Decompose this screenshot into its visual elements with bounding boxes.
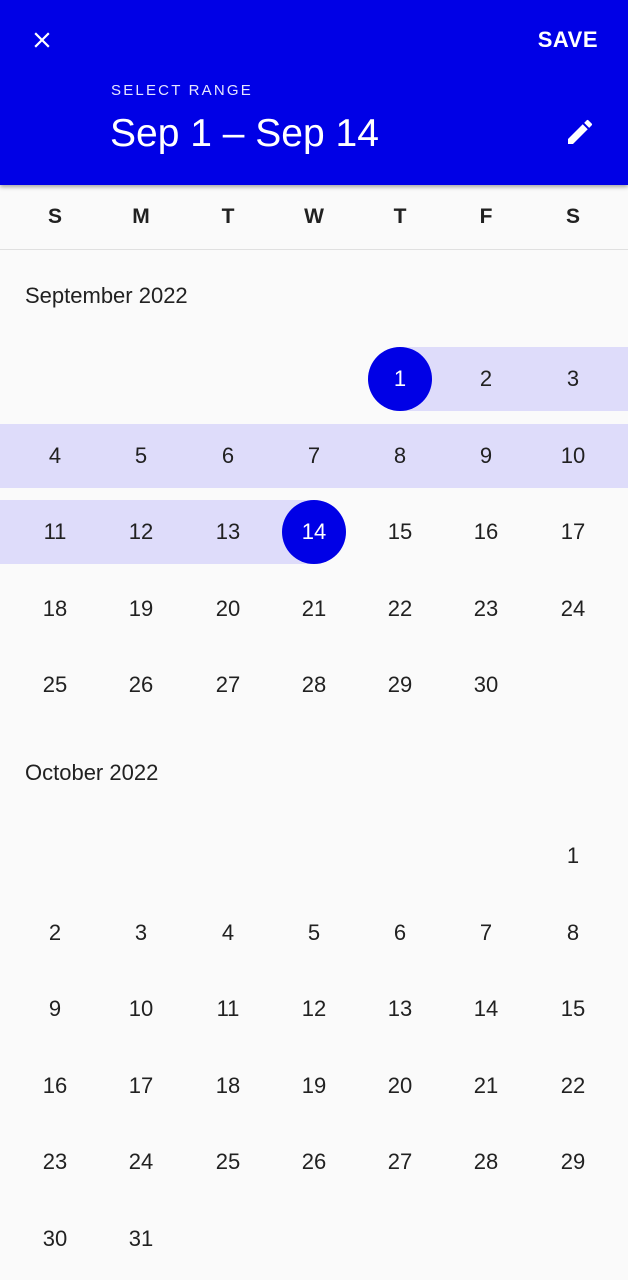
day-cell[interactable]: 6 bbox=[368, 901, 432, 965]
day-cell[interactable]: 5 bbox=[282, 901, 346, 965]
weekday-label: W bbox=[304, 205, 324, 228]
day-cell[interactable]: 13 bbox=[368, 977, 432, 1041]
day-cell-selected[interactable]: 14 bbox=[282, 500, 346, 564]
day-cell[interactable]: 30 bbox=[23, 1207, 87, 1271]
day-cell[interactable]: 9 bbox=[23, 977, 87, 1041]
day-cell[interactable]: 21 bbox=[282, 577, 346, 641]
day-cell[interactable]: 12 bbox=[109, 500, 173, 564]
day-cell[interactable]: 4 bbox=[23, 424, 87, 488]
day-cell[interactable]: 7 bbox=[282, 424, 346, 488]
day-cell[interactable]: 3 bbox=[109, 901, 173, 965]
day-cell[interactable]: 2 bbox=[454, 347, 518, 411]
day-cell[interactable]: 27 bbox=[368, 1130, 432, 1194]
day-cell[interactable]: 12 bbox=[282, 977, 346, 1041]
close-icon bbox=[29, 27, 55, 58]
selected-range-title: Sep 1 – Sep 14 bbox=[110, 112, 379, 155]
day-cell[interactable]: 21 bbox=[454, 1054, 518, 1118]
day-cell[interactable]: 16 bbox=[23, 1054, 87, 1118]
day-cell[interactable]: 23 bbox=[23, 1130, 87, 1194]
edit-button[interactable] bbox=[560, 114, 600, 154]
day-cell[interactable]: 29 bbox=[541, 1130, 605, 1194]
day-cell[interactable]: 26 bbox=[109, 653, 173, 717]
day-cell[interactable]: 18 bbox=[23, 577, 87, 641]
day-cell[interactable]: 2 bbox=[23, 901, 87, 965]
day-cell[interactable]: 20 bbox=[368, 1054, 432, 1118]
weekday-label: F bbox=[479, 205, 493, 228]
month-label: October 2022 bbox=[25, 760, 159, 785]
day-cell[interactable]: 18 bbox=[196, 1054, 260, 1118]
weekday-label: S bbox=[565, 205, 580, 228]
day-cell[interactable]: 6 bbox=[196, 424, 260, 488]
day-cell[interactable]: 24 bbox=[109, 1130, 173, 1194]
day-cell[interactable]: 29 bbox=[368, 653, 432, 717]
day-cell[interactable]: 15 bbox=[541, 977, 605, 1041]
day-cell[interactable]: 11 bbox=[196, 977, 260, 1041]
day-cell[interactable]: 23 bbox=[454, 577, 518, 641]
day-cell[interactable]: 5 bbox=[109, 424, 173, 488]
day-cell[interactable]: 28 bbox=[282, 653, 346, 717]
day-cell[interactable]: 26 bbox=[282, 1130, 346, 1194]
day-cell[interactable]: 14 bbox=[454, 977, 518, 1041]
weekday-label: T bbox=[393, 205, 407, 228]
pencil-icon bbox=[564, 116, 596, 153]
day-cell[interactable]: 13 bbox=[196, 500, 260, 564]
day-cell-selected[interactable]: 1 bbox=[368, 347, 432, 411]
day-cell[interactable]: 25 bbox=[196, 1130, 260, 1194]
day-cell[interactable]: 11 bbox=[23, 500, 87, 564]
day-cell[interactable]: 7 bbox=[454, 901, 518, 965]
close-button[interactable] bbox=[22, 22, 62, 62]
weekday-label: T bbox=[221, 205, 235, 228]
day-cell[interactable]: 19 bbox=[282, 1054, 346, 1118]
day-cell[interactable]: 17 bbox=[109, 1054, 173, 1118]
date-range-picker-header: SAVE SELECT RANGE Sep 1 – Sep 14 bbox=[0, 0, 628, 185]
day-cell[interactable]: 1 bbox=[541, 824, 605, 888]
day-cell[interactable]: 17 bbox=[541, 500, 605, 564]
select-range-label: SELECT RANGE bbox=[111, 82, 253, 99]
weekday-label: S bbox=[47, 205, 62, 228]
day-cell[interactable]: 22 bbox=[368, 577, 432, 641]
day-cell[interactable]: 20 bbox=[196, 577, 260, 641]
day-cell[interactable]: 19 bbox=[109, 577, 173, 641]
day-cell[interactable]: 10 bbox=[109, 977, 173, 1041]
day-cell[interactable]: 30 bbox=[454, 653, 518, 717]
day-cell[interactable]: 15 bbox=[368, 500, 432, 564]
day-cell[interactable]: 9 bbox=[454, 424, 518, 488]
day-cell[interactable]: 10 bbox=[541, 424, 605, 488]
day-cell[interactable]: 24 bbox=[541, 577, 605, 641]
day-cell[interactable]: 8 bbox=[541, 901, 605, 965]
day-cell[interactable]: 22 bbox=[541, 1054, 605, 1118]
month-label: September 2022 bbox=[25, 283, 188, 308]
weekday-label: M bbox=[132, 205, 150, 228]
day-cell[interactable]: 16 bbox=[454, 500, 518, 564]
day-cell[interactable]: 25 bbox=[23, 653, 87, 717]
day-cell[interactable]: 3 bbox=[541, 347, 605, 411]
weekday-header-row: SMTWTFS bbox=[0, 185, 628, 250]
day-cell[interactable]: 31 bbox=[109, 1207, 173, 1271]
save-button[interactable]: SAVE bbox=[538, 27, 598, 53]
day-cell[interactable]: 28 bbox=[454, 1130, 518, 1194]
day-cell[interactable]: 4 bbox=[196, 901, 260, 965]
day-cell[interactable]: 8 bbox=[368, 424, 432, 488]
day-cell[interactable]: 27 bbox=[196, 653, 260, 717]
